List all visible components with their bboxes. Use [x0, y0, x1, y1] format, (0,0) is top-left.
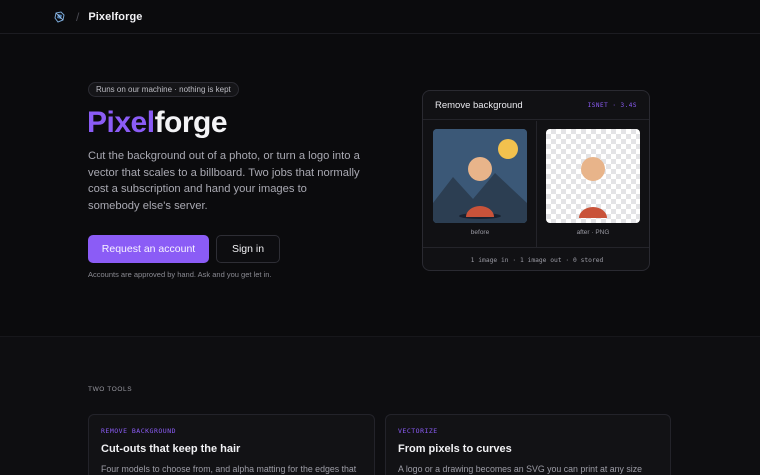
tool-description: Four models to choose from, and alpha ma…	[101, 464, 357, 474]
top-bar: / Pixelforge	[0, 0, 760, 34]
hero-description: Cut the background out of a photo, or tu…	[88, 150, 360, 212]
tool-title: From pixels to curves	[398, 443, 512, 455]
after-image	[546, 129, 640, 223]
brand-name[interactable]: Pixelforge	[88, 11, 142, 23]
tool-card-vectorize[interactable]: VECTORIZE From pixels to curves A logo o…	[385, 414, 671, 475]
breadcrumb-separator: /	[76, 9, 80, 24]
tool-description: A logo or a drawing becomes an SVG you c…	[398, 464, 643, 474]
title-accent: Pixel	[87, 106, 155, 139]
hero-section: Runs on our machine · nothing is kept Pi…	[0, 34, 760, 336]
demo-card: Remove background ISNET · 3.4S before af…	[422, 90, 650, 271]
demo-card-stats: 1 image in · 1 image out · 0 stored	[423, 247, 649, 270]
title-rest: forge	[154, 106, 228, 139]
before-image	[433, 129, 527, 223]
tool-title: Cut-outs that keep the hair	[101, 443, 241, 455]
demo-card-header: Remove background ISNET · 3.4S	[423, 91, 649, 120]
page-title: Pixelforge	[87, 104, 228, 142]
tools-section: TWO TOOLS REMOVE BACKGROUND Cut-outs tha…	[0, 336, 760, 475]
before-caption: before	[470, 229, 490, 236]
sign-in-button[interactable]: Sign in	[216, 235, 280, 263]
privacy-badge: Runs on our machine · nothing is kept	[88, 82, 239, 97]
demo-card-title: Remove background	[435, 99, 523, 111]
tool-kicker: VECTORIZE	[398, 427, 438, 435]
tool-card-remove-background[interactable]: REMOVE BACKGROUND Cut-outs that keep the…	[88, 414, 375, 475]
model-tag: ISNET · 3.4S	[587, 101, 637, 109]
tools-eyebrow: TWO TOOLS	[88, 386, 133, 393]
demo-card-body: before after · PNG	[423, 121, 649, 247]
approval-note: Accounts are approved by hand. Ask and y…	[88, 270, 272, 279]
request-account-button[interactable]: Request an account	[88, 235, 209, 263]
after-caption: after · PNG	[576, 229, 610, 236]
pane-divider	[536, 121, 537, 247]
pixelforge-logo-icon[interactable]	[54, 10, 66, 23]
tool-kicker: REMOVE BACKGROUND	[101, 427, 177, 435]
